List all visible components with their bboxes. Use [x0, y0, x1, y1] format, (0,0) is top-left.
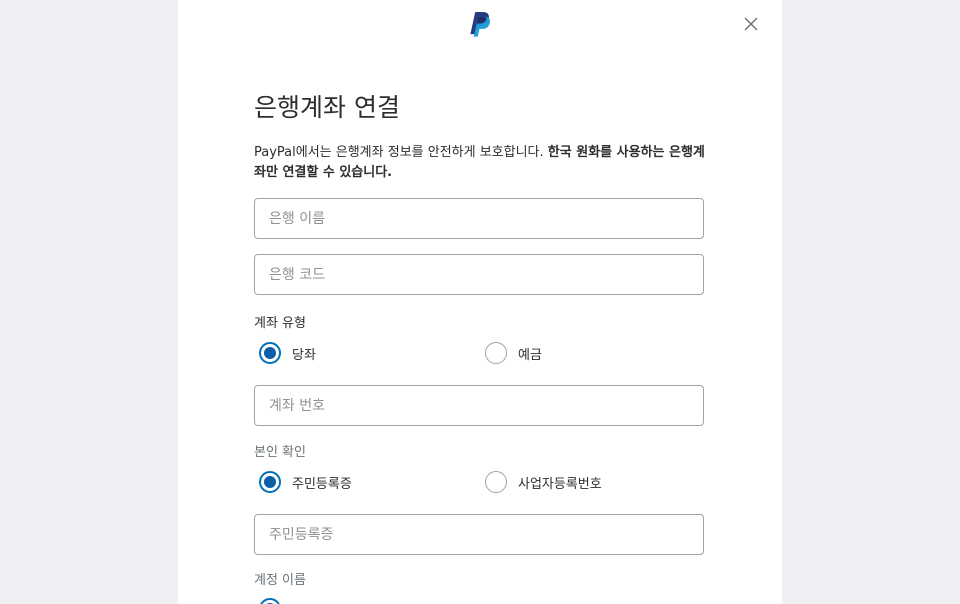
description-text: PayPal에서는 은행계좌 정보를 안전하게 보호합니다.	[254, 145, 544, 160]
account-name-label: 계정 이름	[254, 573, 306, 588]
radio-resident-id[interactable]: 주민등록증	[259, 471, 352, 493]
radio-account-name[interactable]	[259, 598, 281, 604]
radio-business-number-label: 사업자등록번호	[518, 476, 602, 492]
radio-checking[interactable]: 당좌	[259, 342, 316, 364]
radio-resident-id-label: 주민등록증	[292, 476, 352, 492]
radio-business-number-circle[interactable]	[485, 471, 507, 493]
bank-code-input[interactable]	[255, 255, 703, 294]
bank-name-input[interactable]	[255, 199, 703, 238]
radio-checking-label: 당좌	[292, 347, 316, 363]
page-title: 은행계좌 연결	[254, 93, 400, 122]
radio-checking-circle[interactable]	[259, 342, 281, 364]
account-number-field[interactable]	[254, 385, 704, 426]
bank-name-field[interactable]	[254, 198, 704, 239]
paypal-logo-icon	[470, 11, 491, 37]
identity-label: 본인 확인	[254, 445, 306, 460]
radio-savings-circle[interactable]	[485, 342, 507, 364]
resident-id-input[interactable]	[255, 515, 703, 554]
account-number-input[interactable]	[255, 386, 703, 425]
bank-code-field[interactable]	[254, 254, 704, 295]
account-type-label: 계좌 유형	[254, 316, 306, 331]
radio-business-number[interactable]: 사업자등록번호	[485, 471, 602, 493]
close-icon[interactable]	[741, 14, 761, 34]
dialog-panel: 은행계좌 연결 PayPal에서는 은행계좌 정보를 안전하게 보호합니다. 한…	[178, 0, 782, 604]
form-description: PayPal에서는 은행계좌 정보를 안전하게 보호합니다. 한국 원화를 사용…	[254, 143, 706, 183]
radio-account-name-circle[interactable]	[259, 598, 281, 604]
radio-resident-id-circle[interactable]	[259, 471, 281, 493]
resident-id-field[interactable]	[254, 514, 704, 555]
radio-savings[interactable]: 예금	[485, 342, 542, 364]
radio-savings-label: 예금	[518, 347, 542, 363]
